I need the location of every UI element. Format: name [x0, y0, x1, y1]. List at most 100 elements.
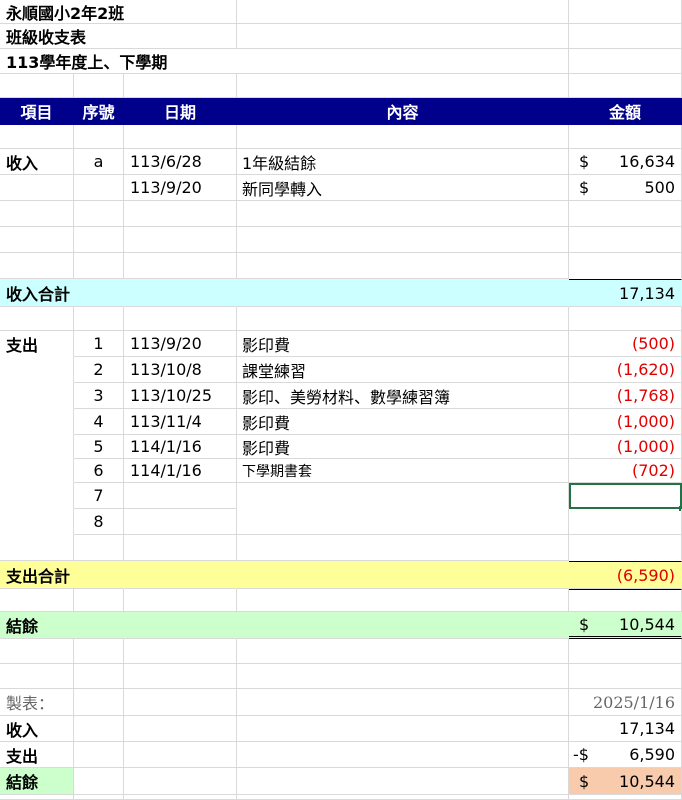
school-year-title[interactable]: 113學年度上、下學期 [0, 49, 237, 74]
balance-amount[interactable]: $10,544 [569, 612, 682, 639]
date-cell[interactable]: 113/6/28 [124, 149, 237, 175]
expense-row: 8 [0, 509, 682, 535]
amount-cell[interactable]: $16,634 [569, 149, 682, 175]
amount-cell[interactable]: (1,000) [569, 435, 682, 459]
income-total-row: 收入合計 17,134 [0, 279, 682, 307]
date-value: 2025/1/16 [592, 692, 675, 712]
summary-income-amount[interactable]: 17,134 [569, 716, 682, 742]
amount-value: 10,544 [619, 771, 675, 791]
amount-cell[interactable] [569, 509, 682, 535]
column-header-amount[interactable]: 金額 [569, 98, 682, 125]
expense-total-label[interactable]: 支出合計 [0, 561, 124, 589]
currency-symbol: $ [579, 178, 590, 197]
seq-cell[interactable]: 2 [74, 357, 124, 383]
blank-row [0, 535, 682, 561]
summary-balance-label[interactable]: 結餘 [0, 768, 74, 795]
amount-cell[interactable]: (1,000) [569, 409, 682, 435]
column-header-content[interactable]: 內容 [237, 98, 569, 125]
content-cell[interactable]: 1年級結餘 [237, 149, 569, 175]
expense-row: 4 113/11/4 影印費 (1,000) [0, 409, 682, 435]
balance-label[interactable]: 結餘 [0, 612, 124, 639]
subtitle-row: 班級收支表 [0, 24, 682, 49]
seq-cell[interactable]: a [74, 149, 124, 175]
selected-amount-cell[interactable] [569, 483, 682, 511]
amount-value: 6,590 [629, 745, 675, 764]
amount-value: (1,768) [616, 386, 675, 405]
summary-expense-amount[interactable]: -$ 6,590 [569, 742, 682, 768]
blank-row [0, 125, 682, 149]
expense-total-row: 支出合計 (6,590) [0, 561, 682, 589]
sheet-title[interactable]: 班級收支表 [0, 24, 124, 49]
currency-symbol: $ [579, 771, 590, 791]
income-row: 113/9/20 新同學轉入 $500 [0, 175, 682, 201]
amount-cell[interactable]: (500) [569, 331, 682, 357]
date-cell[interactable] [124, 509, 237, 535]
amount-cell[interactable]: (1,620) [569, 357, 682, 383]
column-header-item[interactable]: 項目 [0, 98, 74, 125]
period-row: 113學年度上、下學期 [0, 49, 682, 74]
summary-balance-amount[interactable]: $10,544 [569, 768, 682, 795]
amount-cell[interactable]: (702) [569, 459, 682, 483]
seq-cell[interactable]: 3 [74, 383, 124, 409]
expense-total-amount[interactable]: (6,590) [569, 561, 682, 589]
seq-cell[interactable]: 7 [74, 483, 124, 509]
expense-row: 7 [0, 483, 682, 511]
content-cell[interactable]: 影印費 [237, 331, 569, 357]
made-by-label[interactable]: 製表： [0, 689, 74, 716]
column-header-date[interactable]: 日期 [124, 98, 237, 125]
income-total-amount[interactable]: 17,134 [569, 279, 682, 307]
content-cell[interactable]: 影印費 [237, 435, 569, 459]
content-cell[interactable]: 新同學轉入 [237, 175, 569, 201]
amount-cell[interactable]: $500 [569, 175, 682, 201]
seq-cell[interactable]: 1 [74, 331, 124, 357]
blank-row [0, 227, 682, 253]
expense-row: 3 113/10/25 影印、美勞材料、數學練習簿 (1,768) [0, 383, 682, 409]
title-row: 永順國小2年2班 [0, 0, 682, 24]
content-cell[interactable]: 影印、美勞材料、數學練習簿 [237, 383, 569, 409]
date-cell[interactable]: 114/1/16 [124, 459, 237, 483]
date-cell[interactable]: 113/10/25 [124, 383, 237, 409]
seq-cell[interactable]: 6 [74, 459, 124, 483]
amount-value: (702) [631, 461, 675, 480]
summary-expense-label[interactable]: 支出 [0, 742, 74, 768]
date-cell[interactable]: 113/9/20 [124, 175, 237, 201]
date-cell[interactable] [124, 483, 237, 509]
content-cell[interactable]: 下學期書套 [237, 459, 569, 483]
content-cell[interactable]: 影印費 [237, 409, 569, 435]
amount-value: (500) [631, 334, 675, 353]
income-row: 收入 a 113/6/28 1年級結餘 $16,634 [0, 149, 682, 175]
summary-income-label[interactable]: 收入 [0, 716, 74, 742]
date-cell[interactable]: 113/10/8 [124, 357, 237, 383]
date-cell[interactable]: 114/1/16 [124, 435, 237, 459]
content-cell[interactable] [237, 483, 569, 509]
seq-cell[interactable]: 5 [74, 435, 124, 459]
summary-balance-row: 結餘 $10,544 [0, 768, 682, 795]
currency-symbol: $ [579, 152, 590, 171]
column-header-seq[interactable]: 序號 [74, 98, 124, 125]
report-date[interactable]: 2025/1/16 [569, 689, 682, 716]
income-total-label[interactable]: 收入合計 [0, 279, 124, 307]
amount-value: (1,620) [616, 360, 675, 379]
column-header-row: 項目 序號 日期 內容 金額 [0, 98, 682, 125]
amount-value: 17,134 [619, 719, 675, 738]
content-cell[interactable] [237, 509, 569, 535]
blank-row [0, 795, 682, 800]
expense-label[interactable]: 支出 [0, 331, 74, 357]
income-label[interactable]: 收入 [0, 149, 74, 175]
amount-value: 17,134 [619, 283, 675, 303]
school-class-title[interactable]: 永順國小2年2班 [0, 0, 124, 24]
spreadsheet: 永順國小2年2班 班級收支表 113學年度上、下學期 項目 序號 日期 內容 金… [0, 0, 682, 800]
date-cell[interactable]: 113/11/4 [124, 409, 237, 435]
blank-row [0, 589, 682, 612]
seq-cell[interactable]: 8 [74, 509, 124, 535]
blank-row [0, 664, 682, 689]
seq-cell[interactable]: 4 [74, 409, 124, 435]
amount-value: (6,590) [616, 565, 675, 585]
amount-cell[interactable]: (1,768) [569, 383, 682, 409]
summary-expense-row: 支出 -$ 6,590 [0, 742, 682, 768]
date-cell[interactable]: 113/9/20 [124, 331, 237, 357]
expense-row: 6 114/1/16 下學期書套 (702) [0, 459, 682, 483]
seq-cell[interactable] [74, 175, 124, 201]
content-cell[interactable]: 課堂練習 [237, 357, 569, 383]
made-by-row: 製表： 2025/1/16 [0, 689, 682, 716]
